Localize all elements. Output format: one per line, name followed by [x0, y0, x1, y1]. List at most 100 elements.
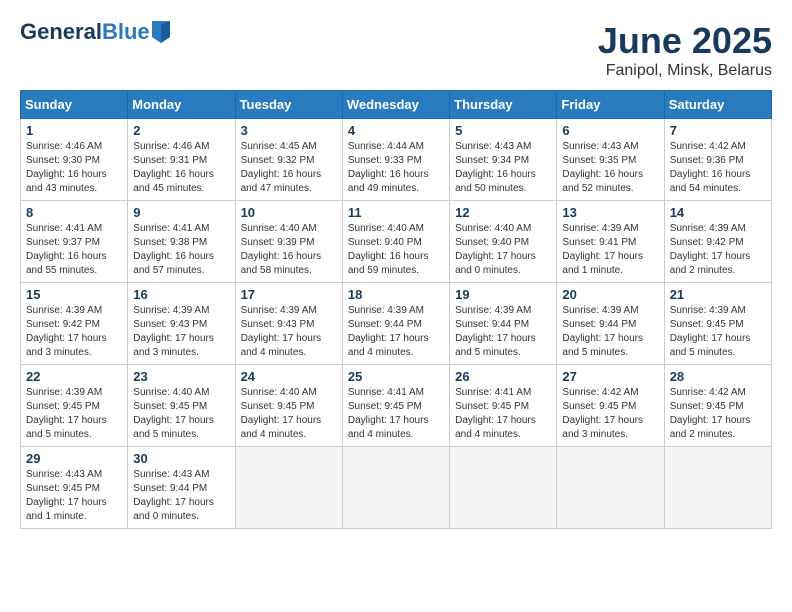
weekday-header: Saturday	[664, 91, 771, 119]
day-info: Sunrise: 4:43 AM Sunset: 9:34 PM Dayligh…	[455, 140, 551, 196]
calendar-day-cell: 18 Sunrise: 4:39 AM Sunset: 9:44 PM Dayli…	[342, 283, 449, 365]
calendar-day-cell: 7Sunrise: 4:42 AM Sunset: 9:36 PM Daylig…	[664, 119, 771, 201]
page-header: GeneralBlue June 2025 Fanipol, Minsk, Be…	[20, 20, 772, 80]
day-number: 14	[670, 205, 766, 220]
logo-icon	[152, 21, 170, 43]
calendar-week-row: 1Sunrise: 4:46 AM Sunset: 9:30 PM Daylig…	[21, 119, 772, 201]
day-info: Sunrise: 4:41 AM Sunset: 9:45 PM Dayligh…	[455, 386, 551, 442]
calendar-day-cell: 9 Sunrise: 4:41 AM Sunset: 9:38 PM Daylig…	[128, 201, 235, 283]
calendar-day-cell: 3 Sunrise: 4:45 AM Sunset: 9:32 PM Daylig…	[235, 119, 342, 201]
calendar-day-cell: 29 Sunrise: 4:43 AM Sunset: 9:45 PM Dayli…	[21, 447, 128, 529]
day-number: 9	[133, 205, 229, 220]
day-info: Sunrise: 4:45 AM Sunset: 9:32 PM Dayligh…	[241, 140, 337, 196]
weekday-header: Wednesday	[342, 91, 449, 119]
day-info: Sunrise: 4:39 AM Sunset: 9:43 PM Dayligh…	[241, 304, 337, 360]
calendar-day-cell	[450, 447, 557, 529]
calendar-day-cell: 25 Sunrise: 4:41 AM Sunset: 9:45 PM Dayli…	[342, 365, 449, 447]
calendar-day-cell: 22 Sunrise: 4:39 AM Sunset: 9:45 PM Dayli…	[21, 365, 128, 447]
calendar-day-cell: 6 Sunrise: 4:43 AM Sunset: 9:35 PM Daylig…	[557, 119, 664, 201]
weekday-header: Friday	[557, 91, 664, 119]
calendar-day-cell: 13 Sunrise: 4:39 AM Sunset: 9:41 PM Dayli…	[557, 201, 664, 283]
calendar-week-row: 8 Sunrise: 4:41 AM Sunset: 9:37 PM Daylig…	[21, 201, 772, 283]
day-number: 18	[348, 287, 444, 302]
calendar-day-cell: 27Sunrise: 4:42 AM Sunset: 9:45 PM Dayli…	[557, 365, 664, 447]
calendar-day-cell: 30 Sunrise: 4:43 AM Sunset: 9:44 PM Dayli…	[128, 447, 235, 529]
day-number: 22	[26, 369, 122, 384]
day-info: Sunrise: 4:39 AM Sunset: 9:44 PM Dayligh…	[455, 304, 551, 360]
calendar-day-cell: 26 Sunrise: 4:41 AM Sunset: 9:45 PM Dayli…	[450, 365, 557, 447]
day-info: Sunrise: 4:39 AM Sunset: 9:42 PM Dayligh…	[26, 304, 122, 360]
day-info: Sunrise: 4:39 AM Sunset: 9:45 PM Dayligh…	[26, 386, 122, 442]
day-info: Sunrise: 4:43 AM Sunset: 9:44 PM Dayligh…	[133, 468, 229, 524]
day-number: 26	[455, 369, 551, 384]
calendar-day-cell: 20 Sunrise: 4:39 AM Sunset: 9:44 PM Dayli…	[557, 283, 664, 365]
calendar-day-cell: 19Sunrise: 4:39 AM Sunset: 9:44 PM Dayli…	[450, 283, 557, 365]
calendar-day-cell	[342, 447, 449, 529]
day-number: 29	[26, 451, 122, 466]
calendar-day-cell: 10Sunrise: 4:40 AM Sunset: 9:39 PM Dayli…	[235, 201, 342, 283]
calendar-day-cell: 4Sunrise: 4:44 AM Sunset: 9:33 PM Daylig…	[342, 119, 449, 201]
calendar-day-cell: 14 Sunrise: 4:39 AM Sunset: 9:42 PM Dayli…	[664, 201, 771, 283]
weekday-header: Monday	[128, 91, 235, 119]
calendar-day-cell	[664, 447, 771, 529]
calendar-day-cell: 21Sunrise: 4:39 AM Sunset: 9:45 PM Dayli…	[664, 283, 771, 365]
day-number: 7	[670, 123, 766, 138]
day-info: Sunrise: 4:43 AM Sunset: 9:45 PM Dayligh…	[26, 468, 122, 524]
day-number: 5	[455, 123, 551, 138]
calendar-table: SundayMondayTuesdayWednesdayThursdayFrid…	[20, 90, 772, 529]
calendar-day-cell: 24Sunrise: 4:40 AM Sunset: 9:45 PM Dayli…	[235, 365, 342, 447]
day-info: Sunrise: 4:41 AM Sunset: 9:38 PM Dayligh…	[133, 222, 229, 278]
day-info: Sunrise: 4:40 AM Sunset: 9:40 PM Dayligh…	[455, 222, 551, 278]
calendar-day-cell	[235, 447, 342, 529]
calendar-day-cell: 17 Sunrise: 4:39 AM Sunset: 9:43 PM Dayli…	[235, 283, 342, 365]
day-number: 10	[241, 205, 337, 220]
day-info: Sunrise: 4:46 AM Sunset: 9:31 PM Dayligh…	[133, 140, 229, 196]
calendar-week-row: 22 Sunrise: 4:39 AM Sunset: 9:45 PM Dayli…	[21, 365, 772, 447]
calendar-week-row: 29 Sunrise: 4:43 AM Sunset: 9:45 PM Dayli…	[21, 447, 772, 529]
calendar-header-row: SundayMondayTuesdayWednesdayThursdayFrid…	[21, 91, 772, 119]
day-number: 30	[133, 451, 229, 466]
day-number: 21	[670, 287, 766, 302]
calendar-day-cell: 11 Sunrise: 4:40 AM Sunset: 9:40 PM Dayli…	[342, 201, 449, 283]
day-number: 11	[348, 205, 444, 220]
logo-text: GeneralBlue	[20, 20, 150, 44]
day-number: 6	[562, 123, 658, 138]
day-number: 2	[133, 123, 229, 138]
subtitle: Fanipol, Minsk, Belarus	[598, 62, 772, 80]
day-info: Sunrise: 4:39 AM Sunset: 9:41 PM Dayligh…	[562, 222, 658, 278]
main-title: June 2025	[598, 20, 772, 62]
day-info: Sunrise: 4:41 AM Sunset: 9:45 PM Dayligh…	[348, 386, 444, 442]
calendar-day-cell: 16Sunrise: 4:39 AM Sunset: 9:43 PM Dayli…	[128, 283, 235, 365]
calendar-day-cell: 28 Sunrise: 4:42 AM Sunset: 9:45 PM Dayli…	[664, 365, 771, 447]
day-number: 15	[26, 287, 122, 302]
day-info: Sunrise: 4:43 AM Sunset: 9:35 PM Dayligh…	[562, 140, 658, 196]
logo: GeneralBlue	[20, 20, 170, 44]
day-number: 13	[562, 205, 658, 220]
calendar-day-cell: 2 Sunrise: 4:46 AM Sunset: 9:31 PM Daylig…	[128, 119, 235, 201]
day-number: 25	[348, 369, 444, 384]
day-number: 17	[241, 287, 337, 302]
day-info: Sunrise: 4:40 AM Sunset: 9:45 PM Dayligh…	[241, 386, 337, 442]
calendar-day-cell: 5 Sunrise: 4:43 AM Sunset: 9:34 PM Daylig…	[450, 119, 557, 201]
day-info: Sunrise: 4:40 AM Sunset: 9:45 PM Dayligh…	[133, 386, 229, 442]
weekday-header: Thursday	[450, 91, 557, 119]
calendar-day-cell: 1Sunrise: 4:46 AM Sunset: 9:30 PM Daylig…	[21, 119, 128, 201]
day-number: 3	[241, 123, 337, 138]
calendar-day-cell: 12 Sunrise: 4:40 AM Sunset: 9:40 PM Dayli…	[450, 201, 557, 283]
day-number: 12	[455, 205, 551, 220]
day-info: Sunrise: 4:41 AM Sunset: 9:37 PM Dayligh…	[26, 222, 122, 278]
day-number: 20	[562, 287, 658, 302]
calendar-day-cell: 8 Sunrise: 4:41 AM Sunset: 9:37 PM Daylig…	[21, 201, 128, 283]
day-info: Sunrise: 4:39 AM Sunset: 9:42 PM Dayligh…	[670, 222, 766, 278]
day-number: 8	[26, 205, 122, 220]
day-info: Sunrise: 4:39 AM Sunset: 9:44 PM Dayligh…	[562, 304, 658, 360]
day-info: Sunrise: 4:40 AM Sunset: 9:40 PM Dayligh…	[348, 222, 444, 278]
day-number: 28	[670, 369, 766, 384]
weekday-header: Sunday	[21, 91, 128, 119]
day-info: Sunrise: 4:39 AM Sunset: 9:43 PM Dayligh…	[133, 304, 229, 360]
calendar-day-cell	[557, 447, 664, 529]
calendar-day-cell: 23Sunrise: 4:40 AM Sunset: 9:45 PM Dayli…	[128, 365, 235, 447]
day-info: Sunrise: 4:42 AM Sunset: 9:45 PM Dayligh…	[670, 386, 766, 442]
day-info: Sunrise: 4:39 AM Sunset: 9:44 PM Dayligh…	[348, 304, 444, 360]
day-number: 27	[562, 369, 658, 384]
